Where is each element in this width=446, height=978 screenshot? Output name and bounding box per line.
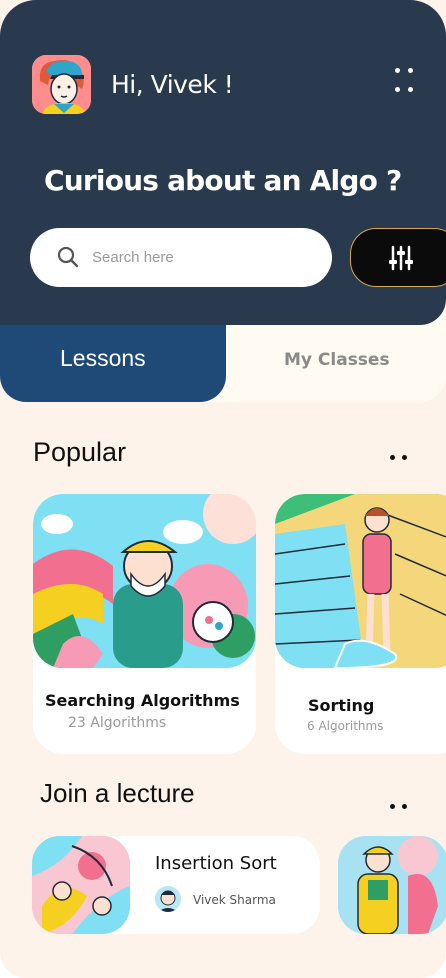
tutor-avatar <box>155 886 181 912</box>
card-title: Searching Algorithms <box>45 691 240 710</box>
search-input[interactable] <box>92 242 312 272</box>
card-subtitle: 23 Algorithms <box>68 715 167 731</box>
lecture-card-next[interactable] <box>338 836 446 934</box>
popular-card-searching[interactable]: Searching Algorithms 23 Algorithms <box>33 494 256 754</box>
join-lecture-title: Join a lecture <box>40 778 195 808</box>
lectures-more-icon[interactable] <box>388 802 414 812</box>
filter-button[interactable] <box>350 228 446 287</box>
card-illustration <box>33 494 256 668</box>
card-illustration <box>275 494 446 668</box>
user-avatar[interactable] <box>32 55 91 114</box>
card-subtitle: 6 Algorithms <box>307 719 384 733</box>
search-bar[interactable] <box>30 228 332 287</box>
sliders-icon <box>389 245 413 275</box>
popular-title: Popular <box>33 437 127 467</box>
lecture-title: Insertion Sort <box>155 853 277 874</box>
header: Hi, Vivek ! Curious about an Algo ? <box>0 0 446 325</box>
tab-lessons-label: Lessons <box>60 345 146 371</box>
greeting-text: Hi, Vivek ! <box>111 70 234 99</box>
four-dots-icon[interactable] <box>387 62 421 98</box>
popular-more-icon[interactable] <box>388 453 414 463</box>
search-icon <box>57 246 79 272</box>
popular-card-sorting[interactable]: Sorting 6 Algorithms <box>275 494 446 754</box>
tab-my-classes[interactable]: My Classes <box>226 330 446 390</box>
page-headline: Curious about an Algo ? <box>44 164 402 197</box>
app-screen: Hi, Vivek ! Curious about an Algo ? Sear… <box>0 0 446 978</box>
lecture-thumbnail <box>32 836 130 934</box>
lecture-card-insertion-sort[interactable]: Insertion Sort Vivek Sharma <box>32 836 320 934</box>
tab-my-classes-label: My Classes <box>284 350 390 370</box>
card-title: Sorting <box>308 696 375 715</box>
tutor-name: Vivek Sharma <box>193 893 276 907</box>
